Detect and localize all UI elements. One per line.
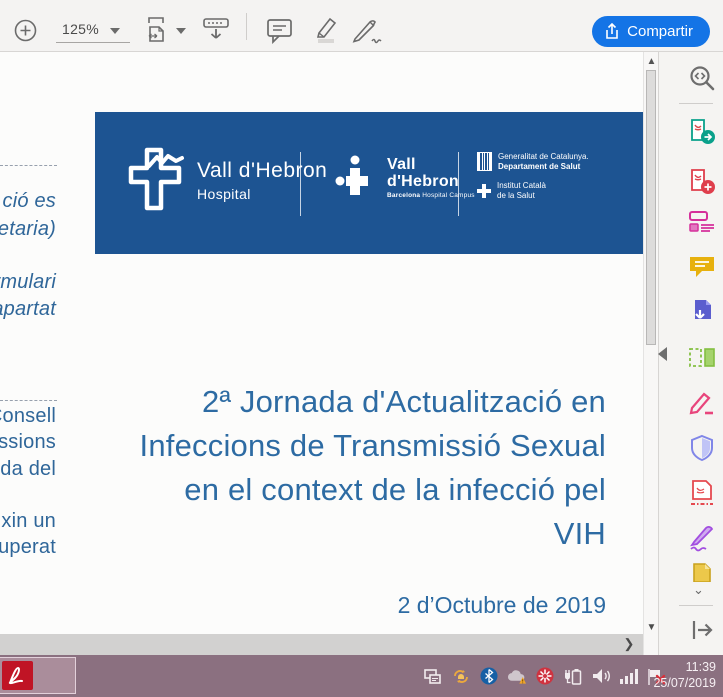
scrollbar-thumb[interactable] (646, 70, 656, 345)
open-tools-pane-icon[interactable] (688, 616, 716, 644)
zoom-level-caret-icon[interactable] (110, 28, 120, 34)
clock-date: 25/07/2019 (653, 675, 716, 691)
document-title: 2ª Jornada d'Actualització en Infeccions… (60, 380, 606, 556)
hospital-name: Vall d'Hebron (197, 159, 327, 183)
campus-cross-icon (335, 154, 379, 200)
generalitat-line1: Generalitat de Catalunya. (498, 152, 589, 161)
campus-name-line1: Vall (387, 156, 475, 173)
dashed-rule (0, 165, 57, 166)
clock-time: 11:39 (653, 659, 716, 675)
page-text-fragment: da del (0, 458, 56, 481)
acrobat-reader-icon (2, 661, 33, 690)
page-text-fragment: ció es (3, 190, 56, 213)
antivirus-icon[interactable] (535, 667, 554, 686)
document-date: 2 d’Octubre de 2019 (60, 592, 606, 619)
network-signal-icon[interactable] (619, 667, 638, 686)
page-text-fragment: retaria) (0, 218, 56, 241)
collapse-pane-arrow-icon[interactable] (658, 347, 667, 361)
power-icon[interactable] (563, 667, 582, 686)
page-text-fragment: Consell (0, 405, 56, 428)
update-alert-icon[interactable] (451, 667, 470, 686)
zoom-level-underline (56, 42, 130, 43)
fill-sign-tool-icon[interactable] (688, 389, 716, 417)
horizontal-scrollbar[interactable]: ❯ (0, 634, 643, 655)
scroll-mode-icon[interactable] (203, 17, 229, 43)
edit-pdf-icon[interactable] (688, 208, 716, 236)
cloud-warning-icon[interactable] (507, 667, 526, 686)
bluetooth-icon[interactable] (479, 667, 498, 686)
ics-line2: de la Salut (497, 191, 535, 200)
sidebar-divider (679, 103, 713, 104)
scroll-right-arrow-icon[interactable]: ❯ (621, 636, 637, 652)
campus-logo: Vall d'Hebron Barcelona Hospital Campus (335, 154, 475, 200)
ics-line1: Institut Català (497, 181, 546, 190)
taskbar-acrobat-button[interactable] (0, 657, 76, 694)
logo-divider (458, 152, 459, 216)
combine-files-icon[interactable] (688, 298, 716, 326)
scroll-down-arrow-icon[interactable]: ▼ (644, 622, 659, 633)
tools-scroll-chevron-icon[interactable]: ⌄ (693, 582, 704, 598)
government-logos: Generalitat de Catalunya. Departament de… (477, 152, 589, 200)
campus-name-line2: d'Hebron (387, 173, 475, 190)
title-line: VIH (60, 512, 606, 556)
logo-divider (300, 152, 301, 216)
system-tray (423, 655, 666, 697)
campus-subtitle-rest: Hospital Campus (420, 192, 475, 199)
toolbar-divider (246, 13, 247, 40)
hospital-logo: Vall d'Hebron Hospital (127, 146, 327, 214)
zoom-level-value[interactable]: 125% (62, 21, 99, 37)
campus-subtitle-bold: Barcelona (387, 192, 420, 199)
more-tool-icon[interactable] (688, 562, 716, 582)
tray-app-icon[interactable] (423, 667, 442, 686)
scroll-up-arrow-icon[interactable]: ▲ (644, 56, 659, 67)
fill-sign-icon[interactable] (352, 17, 384, 45)
comment-tool-icon[interactable] (688, 253, 716, 281)
share-button-label: Compartir (627, 23, 693, 40)
page-text-fragment: uperat (0, 536, 56, 559)
generalitat-icon (477, 152, 492, 171)
ics-cross-icon (477, 184, 491, 198)
compress-pdf-icon[interactable] (688, 479, 716, 507)
toolbar: 125% (0, 0, 723, 52)
organize-pages-icon[interactable] (688, 344, 716, 372)
zoom-in-icon[interactable] (14, 19, 37, 42)
page-text-fragment: rmulari (0, 271, 56, 294)
previous-page-edge: ció es retaria) rmulari apartat Consell … (0, 52, 58, 634)
hospital-subtitle: Hospital (197, 186, 327, 202)
title-line: Infeccions de Transmissió Sexual (60, 424, 606, 468)
taskbar-clock[interactable]: 11:39 25/07/2019 (653, 659, 716, 691)
generalitat-line2: Departament de Salut (498, 162, 589, 172)
tools-sidebar: ⌄ (658, 52, 723, 655)
title-line: 2ª Jornada d'Actualització en (60, 380, 606, 424)
hospital-cross-icon (127, 146, 187, 214)
vertical-scrollbar[interactable]: ▲ ▼ (643, 52, 658, 655)
sidebar-divider (679, 605, 713, 606)
share-icon (605, 23, 619, 40)
highlighter-icon[interactable] (310, 16, 340, 45)
title-line: en el context de la infecció pel (60, 468, 606, 512)
windows-taskbar: 11:39 25/07/2019 (0, 655, 723, 697)
search-enhance-icon[interactable] (688, 64, 716, 92)
create-pdf-icon[interactable] (688, 168, 716, 196)
certificates-icon[interactable] (688, 524, 716, 552)
export-pdf-icon[interactable] (688, 118, 716, 146)
fit-width-caret-icon[interactable] (176, 28, 186, 34)
acrobat-reader-window: 125% (0, 0, 723, 697)
fit-width-icon[interactable] (145, 16, 171, 44)
comment-icon[interactable] (266, 18, 293, 44)
protect-icon[interactable] (688, 434, 716, 462)
page-text-fragment: apartat (0, 298, 56, 321)
page-text-fragment: essions (0, 431, 56, 454)
volume-icon[interactable] (591, 667, 610, 686)
share-button[interactable]: Compartir (592, 16, 710, 47)
page-text-fragment: ixin un (0, 510, 56, 533)
pdf-header-band: Vall d'Hebron Hospital Vall d'Hebron (95, 112, 643, 254)
dashed-rule (0, 400, 57, 401)
campus-subtitle: Barcelona Hospital Campus (387, 192, 475, 199)
pdf-page: Vall d'Hebron Hospital Vall d'Hebron (60, 52, 643, 634)
